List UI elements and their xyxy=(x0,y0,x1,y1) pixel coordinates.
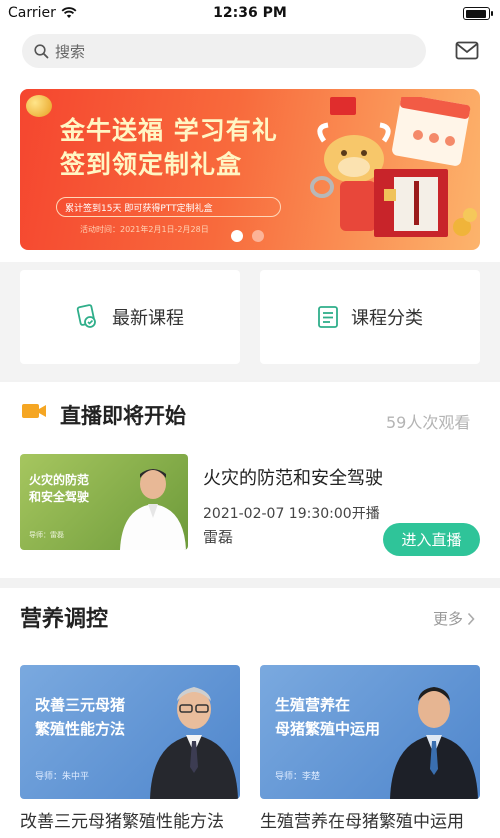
nutrition-section-title: 营养调控 xyxy=(20,607,109,632)
live-section-title: 直播即将开始 xyxy=(60,404,186,428)
teacher-portrait xyxy=(120,469,186,550)
latest-courses-button[interactable]: 最新课程 xyxy=(20,270,240,364)
live-thumb-line2: 和安全驾驶 xyxy=(29,490,90,504)
search-header: 搜索 xyxy=(0,28,500,76)
live-thumb-teacher: 导师：雷磊 xyxy=(29,531,64,539)
teacher-portrait xyxy=(390,687,478,799)
mail-icon[interactable] xyxy=(455,41,479,61)
nutrition-section: 营养调控 更多 改善三元母猪 繁殖性能方法 导师：朱中平 改善三元母猪繁殖性能方… xyxy=(0,588,500,838)
nutrition-course-card[interactable]: 生殖营养在 母猪繁殖中运用 导师：李楚 xyxy=(260,665,480,799)
live-viewer-count: 59人次观看 xyxy=(386,413,471,432)
battery-icon xyxy=(463,7,493,20)
course-card-line2: 母猪繁殖中运用 xyxy=(275,720,381,738)
more-label: 更多 xyxy=(433,610,464,628)
new-course-icon xyxy=(76,304,96,328)
banner-title-line1: 金牛送福 学习有礼 xyxy=(60,116,278,145)
live-course-teacher: 雷磊 xyxy=(203,528,234,546)
banner-title-line2: 签到领定制礼盒 xyxy=(60,150,243,179)
live-course-title[interactable]: 火灾的防范和安全驾驶 xyxy=(203,464,383,490)
course-card-line2: 繁殖性能方法 xyxy=(35,720,126,738)
banner-pill-text: 累计签到15天 即可获得PTT定制礼盒 xyxy=(65,203,213,214)
carousel-dot-active[interactable] xyxy=(231,230,243,242)
search-placeholder: 搜索 xyxy=(55,42,86,61)
course-card-title: 改善三元母猪 繁殖性能方法 xyxy=(35,693,125,741)
course-card-title: 生殖营养在 母猪繁殖中运用 xyxy=(275,693,380,741)
more-link[interactable]: 更多 xyxy=(433,608,475,629)
enter-live-button[interactable]: 进入直播 xyxy=(383,523,480,556)
nutrition-course-card[interactable]: 改善三元母猪 繁殖性能方法 导师：朱中平 xyxy=(20,665,240,799)
live-course-time: 2021-02-07 19:30:00开播 xyxy=(203,506,380,522)
live-thumb-title: 火灾的防范 和安全驾驶 xyxy=(29,472,89,506)
gold-coin-icon xyxy=(26,95,52,117)
promo-banner[interactable]: 金牛送福 学习有礼 签到领定制礼盒 累计签到15天 即可获得PTT定制礼盒 活动… xyxy=(20,89,480,250)
chevron-right-icon xyxy=(467,612,475,625)
quick-links: 最新课程 课程分类 xyxy=(0,262,500,380)
latest-courses-label: 最新课程 xyxy=(112,308,184,329)
banner-subtext: 活动时间：2021年2月1日-2月28日 xyxy=(80,225,209,234)
course-card-line1: 生殖营养在 xyxy=(275,696,351,714)
banner-pill: 累计签到15天 即可获得PTT定制礼盒 xyxy=(56,197,281,217)
live-thumb-line1: 火灾的防范 xyxy=(29,473,90,487)
category-list-icon xyxy=(318,306,338,328)
teacher-portrait xyxy=(150,687,238,799)
live-course-thumbnail[interactable]: 火灾的防范 和安全驾驶 导师：雷磊 xyxy=(20,454,188,550)
status-bar: Carrier 12:36 PM xyxy=(0,0,500,28)
live-video-icon xyxy=(22,404,46,418)
search-icon xyxy=(34,43,49,58)
search-input[interactable]: 搜索 xyxy=(22,34,426,68)
ox-mascot-illustration xyxy=(310,97,477,237)
course-card-teacher: 导师：李楚 xyxy=(275,772,321,782)
carousel-dot[interactable] xyxy=(252,230,264,242)
course-card-caption[interactable]: 生殖营养在母猪繁殖中运用 xyxy=(260,807,498,832)
course-category-label: 课程分类 xyxy=(351,308,423,329)
course-card-caption[interactable]: 改善三元母猪繁殖性能方法 xyxy=(20,807,250,832)
course-category-button[interactable]: 课程分类 xyxy=(260,270,480,364)
course-card-line1: 改善三元母猪 xyxy=(35,696,126,714)
course-card-teacher: 导师：朱中平 xyxy=(35,772,90,782)
banner-area: 金牛送福 学习有礼 签到领定制礼盒 累计签到15天 即可获得PTT定制礼盒 活动… xyxy=(0,76,500,262)
clock: 12:36 PM xyxy=(213,5,287,21)
live-section: 直播即将开始 59人次观看 火灾的防范 和安全驾驶 导师：雷磊 火灾的防范和安全… xyxy=(0,382,500,578)
